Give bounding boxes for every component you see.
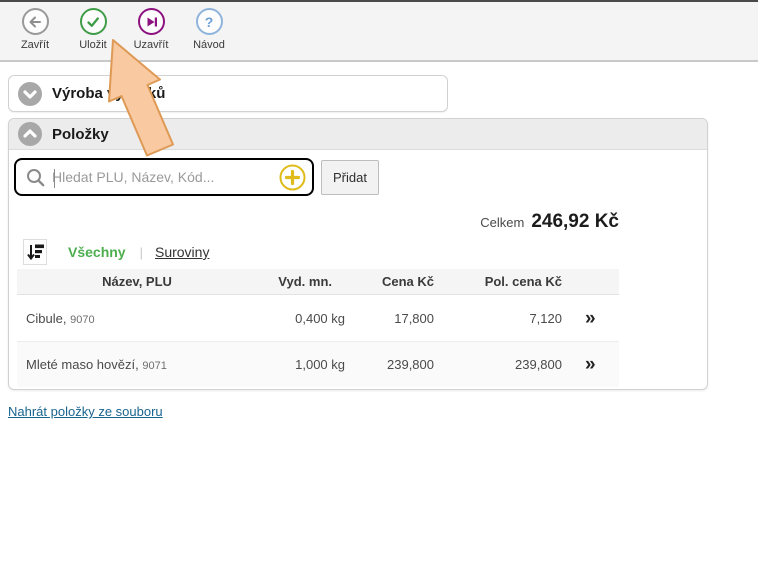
save-button[interactable]: Uložit	[64, 8, 122, 51]
production-panel-header[interactable]: Výroba výrobků	[8, 75, 448, 112]
items-panel-title: Položky	[52, 126, 109, 143]
item-total-price: 239,800	[439, 357, 569, 372]
total-label: Celkem	[480, 215, 524, 230]
chevron-up-icon	[18, 122, 42, 146]
tab-all-items[interactable]: Všechny	[68, 244, 126, 260]
add-item-button[interactable]: Přidat	[321, 160, 379, 195]
tab-raw-materials[interactable]: Suroviny	[155, 244, 209, 260]
sort-button[interactable]	[23, 239, 47, 265]
finalize-button[interactable]: Uzavřít	[122, 8, 180, 51]
upload-items-link[interactable]: Nahrát položky ze souboru	[8, 404, 163, 419]
search-icon	[25, 167, 46, 188]
help-button[interactable]: ? Návod	[180, 8, 238, 51]
table-header-row: Název, PLU Vyd. mn. Cena Kč Pol. cena Kč	[17, 269, 619, 295]
app-window: Zavřít Uložit Uzavřít ? Návod	[0, 0, 771, 583]
item-plu: 9070	[70, 314, 94, 326]
row-detail-chevron-icon[interactable]: »	[569, 355, 619, 374]
filter-row: Všechny | Suroviny	[23, 239, 209, 265]
close-button[interactable]: Zavřít	[6, 8, 64, 51]
column-header-price: Cena Kč	[349, 274, 439, 289]
sort-descending-icon	[26, 243, 44, 261]
column-header-name: Název, PLU	[17, 274, 257, 289]
item-name: Mleté maso hovězí,	[26, 357, 139, 372]
help-button-label: Návod	[193, 39, 225, 51]
question-icon: ?	[196, 8, 223, 35]
item-price: 17,800	[349, 311, 439, 326]
close-button-label: Zavřít	[21, 39, 49, 51]
production-panel-title: Výroba výrobků	[52, 85, 165, 102]
back-arrow-icon	[22, 8, 49, 35]
tab-separator: |	[140, 245, 143, 260]
items-panel-header[interactable]: Položky	[9, 119, 707, 150]
column-header-item-price: Pol. cena Kč	[439, 274, 569, 289]
check-icon	[80, 8, 107, 35]
item-qty: 1,000 kg	[257, 357, 349, 372]
table-row[interactable]: Mleté maso hovězí, 9071 1,000 kg 239,800…	[17, 341, 619, 387]
search-box	[14, 158, 314, 196]
items-table: Název, PLU Vyd. mn. Cena Kč Pol. cena Kč…	[17, 269, 619, 387]
items-panel: Položky Přidat Celkem	[8, 118, 708, 390]
item-name: Cibule,	[26, 311, 66, 326]
total-amount: 246,92 Kč	[531, 211, 619, 233]
skip-end-icon	[138, 8, 165, 35]
table-row[interactable]: Cibule, 9070 0,400 kg 17,800 7,120 »	[17, 295, 619, 341]
finalize-button-label: Uzavřít	[134, 39, 169, 51]
save-button-label: Uložit	[79, 39, 107, 51]
item-total-price: 7,120	[439, 311, 569, 326]
search-input[interactable]	[52, 169, 279, 185]
chevron-down-icon	[18, 82, 42, 106]
add-plus-icon[interactable]	[279, 164, 306, 191]
total-row: Celkem 246,92 Kč	[399, 211, 619, 233]
item-price: 239,800	[349, 357, 439, 372]
column-header-qty: Vyd. mn.	[257, 274, 349, 289]
text-caret	[54, 169, 55, 188]
item-plu: 9071	[142, 360, 166, 372]
toolbar: Zavřít Uložit Uzavřít ? Návod	[0, 0, 758, 62]
item-qty: 0,400 kg	[257, 311, 349, 326]
row-detail-chevron-icon[interactable]: »	[569, 309, 619, 328]
